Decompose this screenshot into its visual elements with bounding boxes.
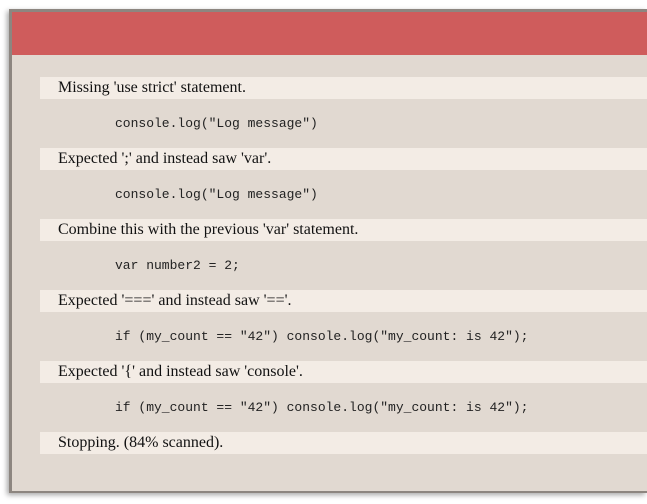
error-message: Expected ';' and instead saw 'var'. [40,148,647,170]
error-message: Expected '===' and instead saw '=='. [40,290,647,312]
error-code-line: var number2 = 2; [115,258,240,273]
error-code-line: if (my_count == "42") console.log("my_co… [115,400,529,415]
error-code-line: console.log("Log message") [115,116,318,131]
lint-report-panel: Missing 'use strict' statement. console.… [9,9,647,493]
lint-results-list: Missing 'use strict' statement. console.… [40,77,647,454]
scan-status-message: Stopping. (84% scanned). [40,432,647,454]
error-code-line: if (my_count == "42") console.log("my_co… [115,329,529,344]
error-message: Expected '{' and instead saw 'console'. [40,361,647,383]
error-header-bar [12,12,647,55]
error-message: Combine this with the previous 'var' sta… [40,219,647,241]
error-message: Missing 'use strict' statement. [40,77,647,99]
error-code-line: console.log("Log message") [115,187,318,202]
